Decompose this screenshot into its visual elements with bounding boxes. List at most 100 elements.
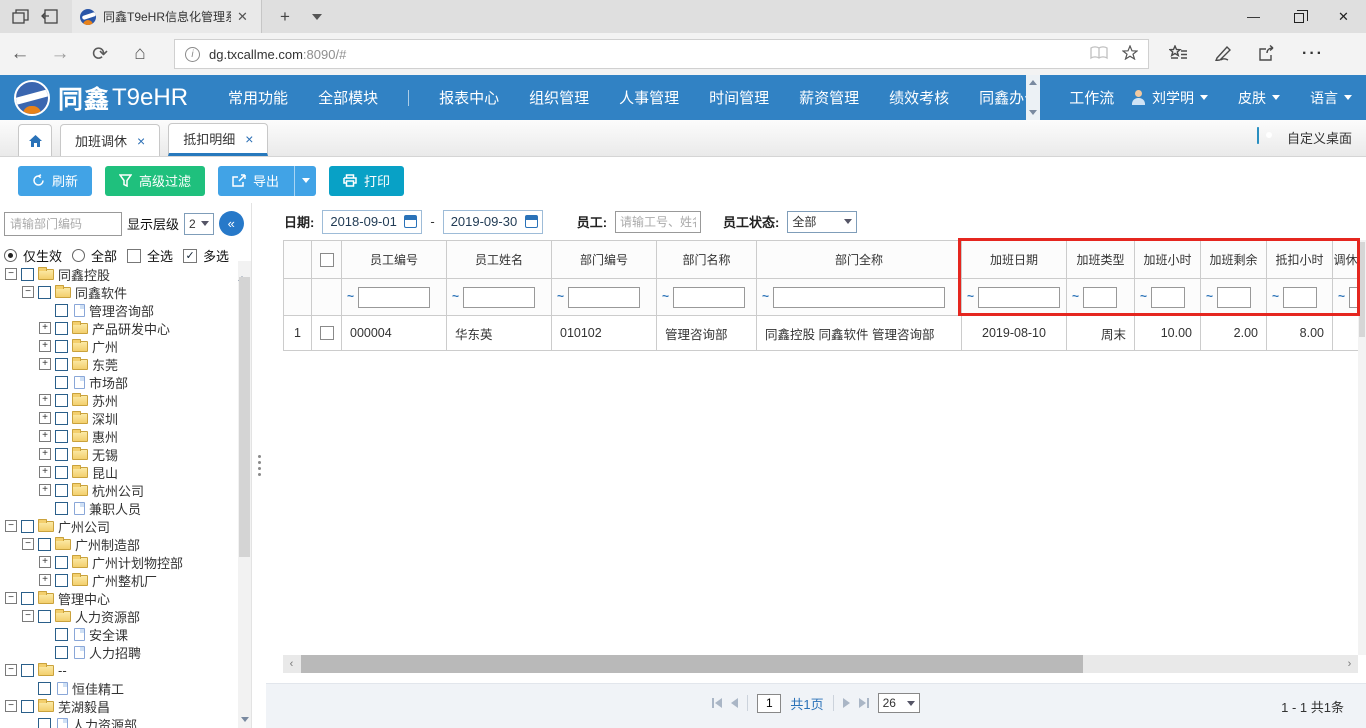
tree-node[interactable]: −同鑫软件 bbox=[0, 283, 238, 301]
tree-node[interactable]: +东莞 bbox=[0, 355, 238, 373]
tree-node-checkbox[interactable] bbox=[55, 448, 68, 461]
prev-page-button[interactable] bbox=[731, 698, 738, 708]
nav-scroll-widget[interactable] bbox=[1026, 75, 1040, 120]
multi-select-checkbox[interactable] bbox=[183, 249, 197, 263]
tree-node[interactable]: +昆山 bbox=[0, 463, 238, 481]
home-browser-icon[interactable]: ⌂ bbox=[120, 43, 160, 65]
nav-item[interactable]: 工作流 bbox=[1069, 87, 1114, 108]
expand-toggle-icon[interactable]: − bbox=[5, 592, 17, 604]
advanced-filter-button[interactable]: 高级过滤 bbox=[105, 166, 205, 196]
tree-node-checkbox[interactable] bbox=[21, 592, 34, 605]
tree-node-checkbox[interactable] bbox=[55, 358, 68, 371]
column-filter-input[interactable] bbox=[1083, 287, 1117, 308]
nav-scroll-up-icon[interactable] bbox=[1029, 80, 1037, 85]
date-to-input[interactable]: 2019-09-30 bbox=[443, 210, 543, 234]
expand-toggle-icon[interactable]: + bbox=[39, 322, 51, 334]
column-filter-input[interactable] bbox=[773, 287, 945, 308]
select-all-checkbox[interactable] bbox=[320, 253, 334, 267]
radio-active-only[interactable] bbox=[4, 249, 17, 262]
expand-toggle-icon[interactable]: + bbox=[39, 430, 51, 442]
column-filter-input[interactable] bbox=[568, 287, 640, 308]
favorites-list-icon[interactable] bbox=[1169, 45, 1188, 64]
nav-item[interactable]: 组织管理 bbox=[529, 87, 589, 108]
close-window-icon[interactable]: ✕ bbox=[1321, 0, 1366, 33]
select-all-checkbox[interactable] bbox=[127, 249, 141, 263]
page-size-select[interactable]: 26 bbox=[878, 693, 920, 713]
tree-node-checkbox[interactable] bbox=[55, 502, 68, 515]
tree-node[interactable]: +深圳 bbox=[0, 409, 238, 427]
tab-close-icon[interactable]: × bbox=[137, 133, 145, 149]
tree-scrollbar[interactable] bbox=[238, 261, 251, 728]
nav-item[interactable]: 薪资管理 bbox=[799, 87, 859, 108]
dept-code-input[interactable] bbox=[4, 212, 122, 236]
language-menu[interactable]: 语言 bbox=[1310, 88, 1352, 108]
panel-splitter[interactable] bbox=[251, 203, 266, 728]
tree-node[interactable]: +广州计划物控部 bbox=[0, 553, 238, 571]
tree-node[interactable]: 人力资源部 bbox=[0, 715, 238, 728]
refresh-button[interactable]: 刷新 bbox=[18, 166, 92, 196]
tree-node-checkbox[interactable] bbox=[21, 268, 34, 281]
expand-toggle-icon[interactable]: + bbox=[39, 448, 51, 460]
restore-icon[interactable] bbox=[1276, 0, 1321, 33]
tree-node[interactable]: +无锡 bbox=[0, 445, 238, 463]
tree-node[interactable]: −广州制造部 bbox=[0, 535, 238, 553]
tree-node[interactable]: −同鑫控股 bbox=[0, 265, 238, 283]
tree-node-checkbox[interactable] bbox=[55, 574, 68, 587]
nav-item[interactable]: 常用功能 bbox=[228, 87, 288, 108]
column-header[interactable]: 部门名称 bbox=[657, 241, 757, 279]
tab-close-icon[interactable]: × bbox=[245, 131, 253, 147]
level-select[interactable]: 2 bbox=[184, 213, 214, 235]
column-header[interactable]: 加班类型 bbox=[1067, 241, 1135, 279]
tree-node[interactable]: +苏州 bbox=[0, 391, 238, 409]
tree-node[interactable]: 恒佳精工 bbox=[0, 679, 238, 697]
column-header[interactable]: 部门编号 bbox=[552, 241, 657, 279]
tree-node-checkbox[interactable] bbox=[55, 646, 68, 659]
vscroll-thumb[interactable] bbox=[1359, 242, 1365, 337]
column-header[interactable]: 调休 bbox=[1333, 241, 1359, 279]
expand-toggle-icon[interactable]: − bbox=[22, 538, 34, 550]
last-page-button[interactable] bbox=[859, 698, 869, 708]
nav-item[interactable]: 全部模块 bbox=[318, 87, 378, 108]
next-page-button[interactable] bbox=[843, 698, 850, 708]
column-filter-input[interactable] bbox=[673, 287, 745, 308]
tree-node-checkbox[interactable] bbox=[55, 376, 68, 389]
tree-node[interactable]: −芜湖毅昌 bbox=[0, 697, 238, 715]
tree-node[interactable]: −人力资源部 bbox=[0, 607, 238, 625]
column-header[interactable]: 抵扣小时 bbox=[1267, 241, 1333, 279]
tree-node-checkbox[interactable] bbox=[55, 412, 68, 425]
expand-toggle-icon[interactable]: + bbox=[39, 358, 51, 370]
nav-item[interactable]: 报表中心 bbox=[439, 87, 499, 108]
expand-toggle-icon[interactable]: + bbox=[39, 466, 51, 478]
expand-toggle-icon[interactable]: − bbox=[5, 700, 17, 712]
tab-close-icon[interactable]: ✕ bbox=[237, 9, 248, 25]
column-header[interactable]: 部门全称 bbox=[757, 241, 962, 279]
tree-node-checkbox[interactable] bbox=[55, 484, 68, 497]
tree-node-checkbox[interactable] bbox=[38, 718, 51, 728]
expand-toggle-icon[interactable]: − bbox=[5, 664, 17, 676]
nav-item[interactable]: 绩效考核 bbox=[889, 87, 949, 108]
nav-item[interactable]: 时间管理 bbox=[709, 87, 769, 108]
nav-item[interactable]: 人事管理 bbox=[619, 87, 679, 108]
column-header[interactable]: 加班剩余 bbox=[1201, 241, 1267, 279]
column-header[interactable]: 加班小时 bbox=[1135, 241, 1201, 279]
tree-node[interactable]: 管理咨询部 bbox=[0, 301, 238, 319]
scroll-down-icon[interactable] bbox=[241, 717, 249, 722]
tree-node[interactable]: +惠州 bbox=[0, 427, 238, 445]
tree-node[interactable]: +杭州公司 bbox=[0, 481, 238, 499]
more-options-icon[interactable]: ··· bbox=[1302, 45, 1324, 63]
column-header[interactable]: 员工编号 bbox=[342, 241, 447, 279]
employee-input[interactable] bbox=[615, 211, 701, 233]
column-header[interactable]: 员工姓名 bbox=[447, 241, 552, 279]
export-button[interactable]: 导出 bbox=[218, 166, 316, 196]
ink-pen-icon[interactable] bbox=[1214, 45, 1232, 64]
tree-node[interactable]: 兼职人员 bbox=[0, 499, 238, 517]
calendar-icon[interactable] bbox=[404, 215, 417, 228]
tree-node-checkbox[interactable] bbox=[55, 628, 68, 641]
tree-node-checkbox[interactable] bbox=[21, 520, 34, 533]
print-button[interactable]: 打印 bbox=[329, 166, 404, 196]
table-row[interactable]: 1000004华东英010102管理咨询部同鑫控股 同鑫软件 管理咨询部2019… bbox=[284, 316, 1359, 351]
skin-menu[interactable]: 皮肤 bbox=[1238, 88, 1280, 108]
collapse-panel-button[interactable]: « bbox=[219, 211, 244, 236]
tree-node-checkbox[interactable] bbox=[55, 430, 68, 443]
tree-node-checkbox[interactable] bbox=[38, 538, 51, 551]
